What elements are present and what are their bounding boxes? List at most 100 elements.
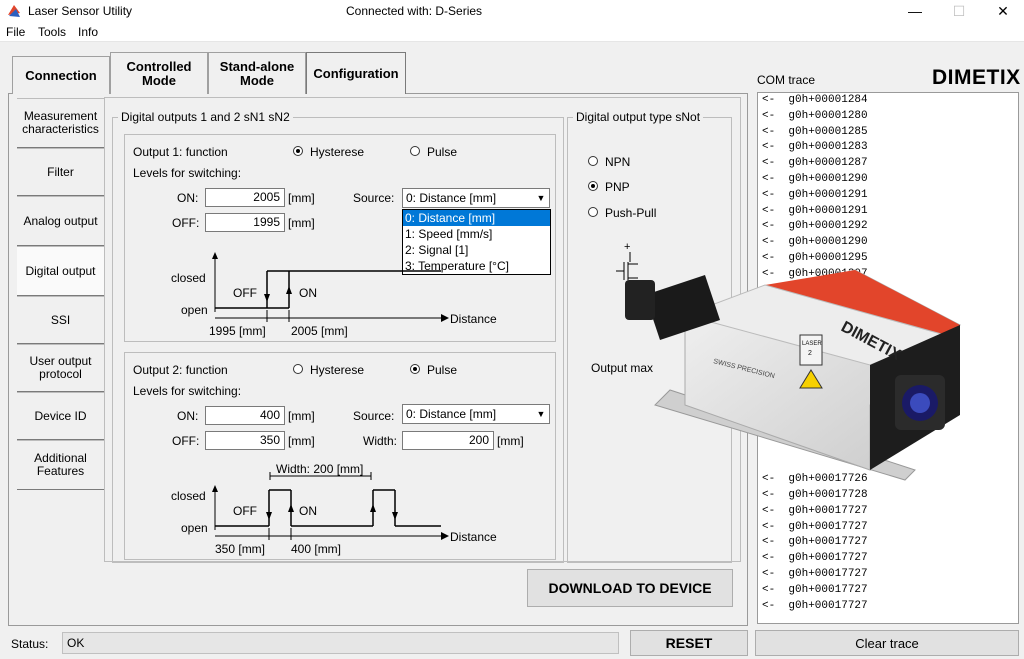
output1-levels-label: Levels for switching:	[133, 166, 242, 180]
output1-hysterese-label: Hysterese	[310, 145, 365, 159]
output2-width-input[interactable]: 200	[402, 431, 494, 450]
output1-hysterese-radio[interactable]	[293, 146, 303, 156]
output2-closed-label: closed	[171, 489, 206, 503]
output1-open-label: open	[181, 303, 208, 317]
side-tab-user-output-protocol[interactable]: User output protocol	[17, 344, 104, 392]
output2-source-select[interactable]: 0: Distance [mm] ▼	[402, 404, 550, 424]
output2-on-marker: ON	[299, 504, 317, 518]
output1-pulse-radio[interactable]	[410, 146, 420, 156]
trace-line: <- g0h+00017727	[762, 536, 868, 549]
output2-x1-label: 350 [mm]	[215, 542, 266, 556]
app-icon	[8, 5, 20, 17]
output-type-pushpull-radio[interactable]	[588, 207, 598, 217]
close-icon[interactable]: ✕	[980, 0, 1024, 22]
output2-levels-label: Levels for switching:	[133, 384, 242, 398]
side-tab-additional-features[interactable]: Additional Features	[17, 440, 104, 490]
output1-off-label: OFF:	[172, 216, 200, 230]
output1-source-select[interactable]: 0: Distance [mm] ▼	[402, 188, 550, 208]
menu-info[interactable]: Info	[78, 25, 98, 39]
menu-file[interactable]: File	[6, 25, 25, 39]
output-type-legend: Digital output type sNot	[573, 110, 704, 124]
output2-on-unit: [mm]	[288, 409, 315, 423]
trace-line: <- g0h+00001283	[762, 141, 868, 154]
status-field: OK	[62, 632, 619, 654]
side-tab-digital-output[interactable]: Digital output	[17, 246, 104, 296]
output2-source-value: 0: Distance [mm]	[406, 407, 497, 421]
output2-off-unit: [mm]	[288, 434, 315, 448]
trace-line: <- g0h+00001291	[762, 204, 868, 217]
output-type-pushpull-label: Push-Pull	[605, 206, 657, 220]
output1-closed-label: closed	[171, 271, 206, 285]
device-laser-class: 2	[808, 350, 812, 357]
chevron-down-icon[interactable]: ▼	[533, 189, 549, 207]
app-title: Laser Sensor Utility	[28, 4, 133, 18]
output2-pulse-label: Pulse	[427, 363, 458, 377]
side-tab-ssi[interactable]: SSI	[17, 296, 104, 344]
trace-line: <- g0h+00017727	[762, 504, 868, 517]
output1-x2-label: 2005 [mm]	[291, 324, 348, 338]
output1-x1-label: 1995 [mm]	[209, 324, 266, 338]
output-type-pnp-label: PNP	[605, 180, 630, 194]
side-tab-device-id[interactable]: Device ID	[17, 392, 104, 440]
trace-line: <- g0h+00001292	[762, 220, 868, 233]
output1-off-marker: OFF	[233, 286, 257, 300]
output2-hysterese-radio[interactable]	[293, 364, 303, 374]
tab-configuration[interactable]: Configuration	[306, 52, 406, 94]
side-tab-analog-output[interactable]: Analog output	[17, 196, 104, 246]
reset-button[interactable]: RESET	[630, 630, 748, 656]
clear-trace-button[interactable]: Clear trace	[755, 630, 1019, 656]
output1-on-marker: ON	[299, 286, 317, 300]
trace-line: <- g0h+00017727	[762, 520, 868, 533]
com-trace-label: COM trace	[757, 73, 816, 87]
output1-on-input[interactable]: 2005	[205, 188, 285, 207]
output2-function-label: Output 2: function	[133, 363, 228, 377]
svg-text:+: +	[624, 241, 630, 253]
menu-tools[interactable]: Tools	[38, 25, 66, 39]
trace-line: <- g0h+00001280	[762, 109, 868, 122]
output2-on-input[interactable]: 400	[205, 406, 285, 425]
tab-stand-alone-mode[interactable]: Stand-alone Mode	[208, 52, 306, 94]
output-type-pnp-radio[interactable]	[588, 181, 598, 191]
side-tab-measurement[interactable]: Measurement characteristics	[17, 98, 104, 148]
output2-on-label: ON:	[177, 409, 199, 423]
output-type-npn-radio[interactable]	[588, 156, 598, 166]
output1-off-unit: [mm]	[288, 216, 315, 230]
trace-line: <- g0h+00001290	[762, 172, 868, 185]
trace-line: <- g0h+00017728	[762, 488, 868, 501]
trace-line: <- g0h+00017727	[762, 567, 868, 580]
tab-controlled-mode[interactable]: Controlled Mode	[110, 52, 208, 94]
trace-line: <- g0h+00001287	[762, 157, 868, 170]
side-tab-filter[interactable]: Filter	[17, 148, 104, 196]
trace-line: <- g0h+00017727	[762, 552, 868, 565]
output1-function-label: Output 1: function	[133, 145, 228, 159]
output2-width-label: Width:	[363, 434, 398, 448]
laser-sensor-device-image: DIMETIX SWISS PRECISION LASER 2	[625, 269, 961, 481]
output2-source-label: Source:	[353, 409, 395, 423]
digital-outputs-legend: Digital outputs 1 and 2 sN1 sN2	[118, 110, 293, 124]
trace-line: <- g0h+00001290	[762, 236, 868, 249]
dropdown-option[interactable]: 0: Distance [mm]	[403, 210, 550, 226]
output1-pulse-label: Pulse	[427, 145, 458, 159]
output2-width-marker: Width: 200 [mm]	[276, 462, 364, 476]
trace-line: <- g0h+00001284	[762, 94, 868, 106]
output2-pulse-radio[interactable]	[410, 364, 420, 374]
trace-line: <- g0h+00017727	[762, 583, 868, 596]
output-type-npn-label: NPN	[605, 155, 631, 169]
output1-axis-label: Distance	[450, 312, 497, 326]
tab-connection[interactable]: Connection	[12, 56, 110, 94]
download-to-device-button[interactable]: DOWNLOAD TO DEVICE	[527, 569, 733, 607]
minimize-icon[interactable]: —	[892, 0, 938, 22]
output2-off-marker: OFF	[233, 504, 257, 518]
output1-on-unit: [mm]	[288, 191, 315, 205]
output2-off-input[interactable]: 350	[205, 431, 285, 450]
output2-width-unit: [mm]	[497, 434, 524, 448]
output1-off-input[interactable]: 1995	[205, 213, 285, 232]
maximize-icon[interactable]: ☐	[936, 0, 982, 22]
chevron-down-icon[interactable]: ▼	[533, 405, 549, 423]
status-label: Status:	[11, 637, 49, 651]
output1-source-value: 0: Distance [mm]	[406, 191, 497, 205]
dropdown-option[interactable]: 1: Speed [mm/s]	[403, 226, 550, 242]
output2-open-label: open	[181, 521, 208, 535]
title-bar: Laser Sensor Utility Connected with: D-S…	[0, 0, 1024, 22]
connection-title: Connected with: D-Series	[346, 4, 483, 18]
